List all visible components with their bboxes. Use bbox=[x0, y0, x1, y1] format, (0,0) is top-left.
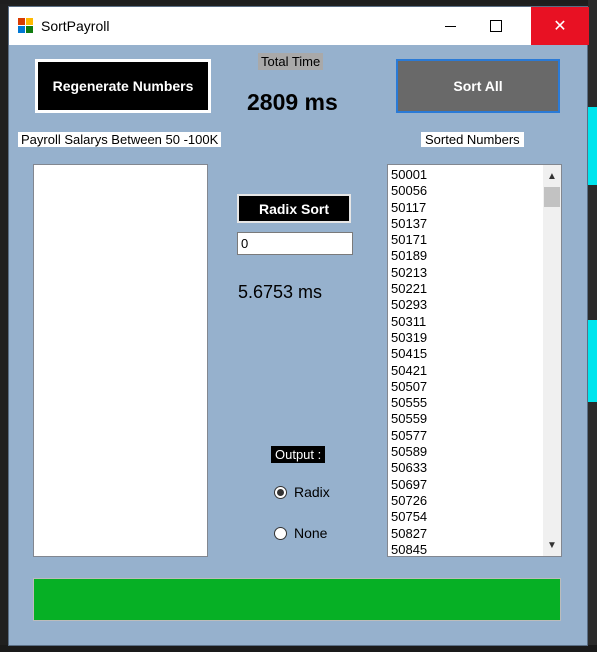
vertical-scrollbar[interactable]: ▲ ▼ bbox=[543, 165, 561, 556]
radix-time-value: 5.6753 ms bbox=[238, 282, 323, 302]
list-item[interactable]: 50189 bbox=[391, 248, 541, 264]
total-time-label: Total Time bbox=[258, 53, 324, 70]
app-icon bbox=[18, 18, 34, 34]
radix-input[interactable] bbox=[237, 232, 353, 255]
sortpayroll-window: SortPayroll ✕ Regenerate Numbers Total T… bbox=[8, 6, 589, 646]
list-item[interactable]: 50171 bbox=[391, 232, 541, 248]
desktop-background bbox=[0, 0, 597, 4]
list-item[interactable]: 50415 bbox=[391, 346, 541, 362]
sorted-numbers-listbox[interactable]: 50001 50056 50117 50137 50171 50189 50213 50221… bbox=[387, 164, 562, 557]
maximize-icon bbox=[490, 20, 502, 32]
regenerate-numbers-button[interactable]: Regenerate Numbers bbox=[35, 59, 211, 113]
list-item[interactable]: 50555 bbox=[391, 395, 541, 411]
list-item[interactable]: 50589 bbox=[391, 444, 541, 460]
list-item[interactable]: 50633 bbox=[391, 460, 541, 476]
sorted-numbers-items: 50001 50056 50117 50137 50171 50189 50213 50221… bbox=[391, 167, 541, 556]
window-title: SortPayroll bbox=[41, 18, 110, 34]
list-item[interactable]: 50577 bbox=[391, 428, 541, 444]
list-item[interactable]: 50221 bbox=[391, 281, 541, 297]
close-button[interactable]: ✕ bbox=[531, 7, 589, 45]
radio-radix-label: Radix bbox=[294, 484, 330, 500]
list-item[interactable]: 50845 bbox=[391, 542, 541, 556]
list-item[interactable]: 50319 bbox=[391, 330, 541, 346]
list-item[interactable]: 50827 bbox=[391, 526, 541, 542]
list-item[interactable]: 50559 bbox=[391, 411, 541, 427]
taskbar-fragment bbox=[0, 645, 597, 652]
list-item[interactable]: 50137 bbox=[391, 216, 541, 232]
progress-bar bbox=[33, 578, 561, 621]
list-item[interactable]: 50726 bbox=[391, 493, 541, 509]
payroll-listbox[interactable] bbox=[33, 164, 208, 557]
list-item[interactable]: 50311 bbox=[391, 314, 541, 330]
list-item[interactable]: 50056 bbox=[391, 183, 541, 199]
list-item[interactable]: 50117 bbox=[391, 200, 541, 216]
progress-fill bbox=[34, 579, 560, 620]
output-label: Output : bbox=[271, 446, 326, 463]
scroll-down-icon[interactable]: ▼ bbox=[543, 536, 561, 554]
maximize-button[interactable] bbox=[473, 7, 519, 45]
sort-all-button[interactable]: Sort All bbox=[396, 59, 560, 113]
payroll-range-label: Payroll Salarys Between 50 -100K bbox=[18, 132, 222, 147]
list-item[interactable]: 50213 bbox=[391, 265, 541, 281]
total-time-value: 2809 ms bbox=[247, 89, 338, 115]
list-item[interactable]: 50754 bbox=[391, 509, 541, 525]
background-window-fragment bbox=[588, 107, 597, 185]
radio-none[interactable]: None bbox=[274, 525, 327, 541]
radio-checked-icon[interactable] bbox=[274, 485, 287, 499]
scroll-thumb[interactable] bbox=[544, 187, 560, 207]
radio-unchecked-icon[interactable] bbox=[274, 526, 287, 540]
list-item[interactable]: 50697 bbox=[391, 477, 541, 493]
background-window-fragment bbox=[588, 320, 597, 402]
radix-sort-button[interactable]: Radix Sort bbox=[237, 194, 351, 223]
list-item[interactable]: 50293 bbox=[391, 297, 541, 313]
list-item[interactable]: 50001 bbox=[391, 167, 541, 183]
list-item[interactable]: 50421 bbox=[391, 363, 541, 379]
sorted-numbers-label: Sorted Numbers bbox=[421, 132, 524, 147]
minimize-button[interactable] bbox=[427, 7, 473, 45]
radio-none-label: None bbox=[294, 525, 328, 541]
close-icon: ✕ bbox=[553, 18, 567, 35]
minimize-icon bbox=[444, 25, 456, 27]
scroll-up-icon[interactable]: ▲ bbox=[543, 167, 561, 185]
title-bar[interactable]: SortPayroll ✕ bbox=[9, 7, 589, 45]
radio-radix[interactable]: Radix bbox=[274, 484, 330, 500]
list-item[interactable]: 50507 bbox=[391, 379, 541, 395]
